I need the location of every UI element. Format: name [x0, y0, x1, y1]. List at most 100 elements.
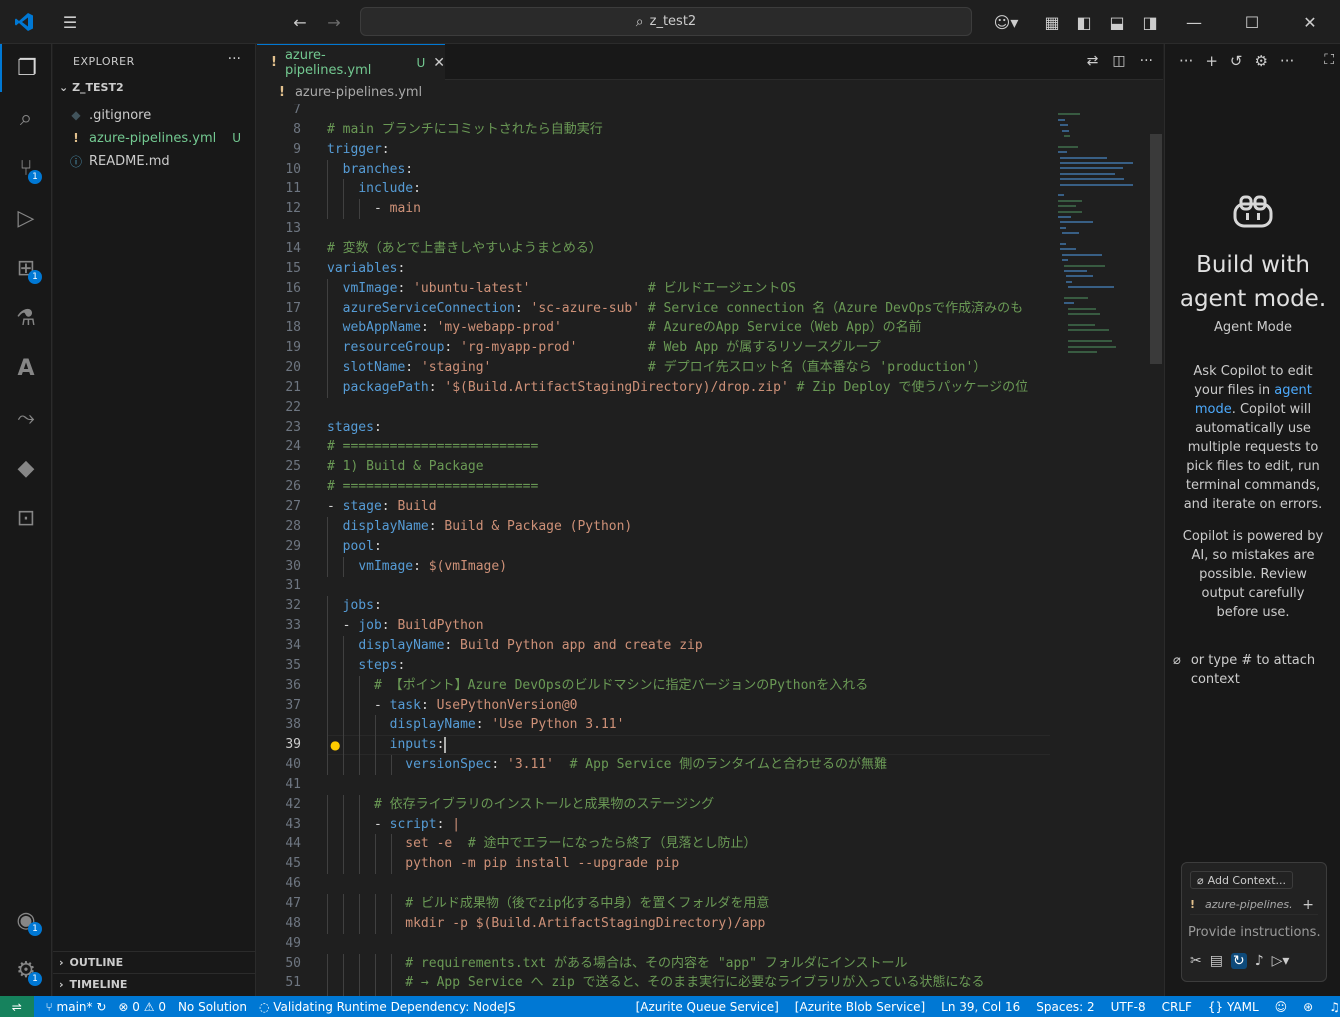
remote-indicator-icon[interactable]: ⇌: [0, 996, 34, 1017]
end-of-line[interactable]: CRLF: [1162, 1000, 1192, 1014]
code-line[interactable]: 22: [257, 398, 1050, 418]
code-line[interactable]: 46: [257, 874, 1050, 894]
code-line[interactable]: 30 vmImage: $(vmImage): [257, 556, 1050, 577]
close-window-icon[interactable]: ✕: [1298, 10, 1322, 34]
chat-input-placeholder[interactable]: Provide instructions.: [1188, 925, 1321, 940]
code-line[interactable]: 40 versionSpec: '3.11' # App Service 側のラ…: [257, 755, 1050, 776]
extensions-icon[interactable]: ⊞ 1: [0, 244, 52, 292]
toggle-panel-icon[interactable]: ⬓: [1105, 10, 1129, 34]
code-line[interactable]: 7: [257, 104, 1050, 120]
branch-indicator[interactable]: ⑂ main* ↻: [46, 1000, 107, 1014]
close-icon[interactable]: ✕: [433, 55, 445, 71]
code-line[interactable]: 17 azureServiceConnection: 'sc-azure-sub…: [257, 298, 1050, 319]
code-line[interactable]: 18 webAppName: 'my-webapp-prod' # Azureの…: [257, 318, 1050, 339]
language-mode[interactable]: {} YAML: [1208, 1000, 1259, 1014]
code-line[interactable]: ● 39 inputs:: [257, 735, 1050, 756]
code-line[interactable]: 12 - main: [257, 199, 1050, 220]
accounts-icon[interactable]: ◉ 1: [0, 896, 52, 944]
live-share-icon[interactable]: ⊛: [1303, 1000, 1313, 1014]
add-context-button[interactable]: ⌀ Add Context...: [1190, 871, 1293, 889]
code-line[interactable]: 42 # 依存ライブラリのインストールと成果物のステージング: [257, 794, 1050, 815]
code-line[interactable]: 45 python -m pip install --upgrade pip: [257, 854, 1050, 875]
microphone-icon[interactable]: ♪: [1255, 953, 1264, 969]
code-line[interactable]: 20 slotName: 'staging' # デプロイ先スロット名（直本番な…: [257, 358, 1050, 379]
outline-section[interactable]: › OUTLINE: [53, 951, 256, 973]
minimap-slider[interactable]: [1150, 134, 1162, 364]
code-line[interactable]: 29 pool:: [257, 536, 1050, 557]
remote-explorer-icon[interactable]: ⤳: [0, 394, 52, 442]
command-center-search[interactable]: ⌕ z_test2: [360, 7, 972, 36]
run-debug-icon[interactable]: ▷: [0, 194, 52, 242]
notifications-bell-icon[interactable]: ♫: [1329, 1000, 1340, 1014]
new-chat-icon[interactable]: +: [1205, 52, 1218, 70]
code-line[interactable]: 36 # 【ポイント】Azure DevOpsのビルドマシンに指定バージョンのP…: [257, 675, 1050, 696]
code-line[interactable]: 19 resourceGroup: 'rg-myapp-prod' # Web …: [257, 338, 1050, 359]
solution-indicator[interactable]: No Solution: [178, 1000, 247, 1014]
code-line[interactable]: 33 - job: BuildPython: [257, 616, 1050, 637]
toggle-primary-sidebar-icon[interactable]: ◧: [1072, 10, 1096, 34]
maximize-icon[interactable]: ⛶: [1324, 52, 1334, 68]
code-line[interactable]: 31: [257, 576, 1050, 596]
code-line[interactable]: 15 variables:: [257, 259, 1050, 279]
code-line[interactable]: 21 packagePath: '$(Build.ArtifactStaging…: [257, 377, 1050, 398]
add-icon[interactable]: +: [1302, 897, 1314, 913]
search-view-icon[interactable]: ⌕: [0, 94, 52, 142]
code-line[interactable]: 26 # =========================: [257, 477, 1050, 497]
forward-arrow-icon[interactable]: →: [322, 10, 346, 34]
customize-layout-icon[interactable]: ▦: [1040, 10, 1064, 34]
code-line[interactable]: 49: [257, 934, 1050, 954]
code-line[interactable]: 48 mkdir -p $(Build.ArtifactStagingDirec…: [257, 913, 1050, 934]
minimap[interactable]: [1050, 104, 1163, 996]
back-arrow-icon[interactable]: ←: [288, 10, 312, 34]
azurite-blob-service[interactable]: [Azurite Blob Service]: [795, 1000, 925, 1014]
code-line[interactable]: 34 displayName: Build Python app and cre…: [257, 635, 1050, 656]
more-actions-icon[interactable]: ···: [228, 51, 241, 67]
timeline-section[interactable]: › TIMELINE: [53, 973, 256, 995]
workspace-folder[interactable]: ⌄ Z_TEST2: [59, 81, 124, 94]
minimize-window-icon[interactable]: —: [1182, 10, 1206, 34]
copilot-chat-icon[interactable]: ⊡: [0, 494, 52, 542]
code-line[interactable]: 28 displayName: Build & Package (Python): [257, 516, 1050, 537]
more-actions-icon[interactable]: ···: [1280, 52, 1294, 70]
more-actions-icon[interactable]: ···: [1179, 52, 1193, 70]
compare-changes-icon[interactable]: ⇄: [1087, 53, 1099, 69]
code-line[interactable]: 14 # 変数（あとで上書きしやすいようまとめる）: [257, 239, 1050, 259]
split-editor-icon[interactable]: ◫: [1112, 53, 1125, 69]
source-control-icon[interactable]: ⑂ 1: [0, 144, 52, 192]
send-icon[interactable]: ▷▾: [1272, 953, 1290, 969]
code-line[interactable]: 27 - stage: Build: [257, 497, 1050, 517]
problems-indicator[interactable]: ⊗ 0 ⚠ 0: [118, 1000, 166, 1014]
code-line[interactable]: 51 # → App Service へ zip で送ると、そのまま実行に必要な…: [257, 973, 1050, 994]
code-line[interactable]: 9 trigger:: [257, 140, 1050, 160]
code-line[interactable]: 38 displayName: 'Use Python 3.11': [257, 715, 1050, 736]
history-icon[interactable]: ↺: [1230, 52, 1243, 70]
file-item-gitignore[interactable]: ◆ .gitignore: [67, 104, 255, 126]
maximize-window-icon[interactable]: ☐: [1240, 10, 1264, 34]
code-line[interactable]: 24 # =========================: [257, 437, 1050, 457]
code-line[interactable]: 32 jobs:: [257, 596, 1050, 617]
explorer-icon[interactable]: ❐: [0, 44, 52, 92]
code-line[interactable]: 50 # requirements.txt がある場合は、その内容を "app"…: [257, 953, 1050, 974]
context-file-chip[interactable]: ! azure-pipelines. +: [1190, 895, 1318, 915]
code-editor[interactable]: 7 8 # main ブランチにコミットされたら自動実行 9 trigger: 10 br…: [257, 104, 1050, 996]
docker-icon[interactable]: ◆: [0, 444, 52, 492]
settings-gear-icon[interactable]: ⚙ 1: [0, 946, 52, 994]
agent-mode-toggle-icon[interactable]: ↻: [1230, 953, 1247, 969]
code-line[interactable]: 16 vmImage: 'ubuntu-latest' # ビルドエージェントO…: [257, 278, 1050, 299]
encoding[interactable]: UTF-8: [1111, 1000, 1146, 1014]
testing-icon[interactable]: ⚗: [0, 294, 52, 342]
validating-indicator[interactable]: ◌ Validating Runtime Dependency: NodeJS: [259, 1000, 516, 1014]
model-picker-icon[interactable]: ▤: [1210, 953, 1223, 969]
azurite-queue-service[interactable]: [Azurite Queue Service]: [636, 1000, 779, 1014]
code-line[interactable]: 44 set -e # 途中でエラーになったら終了（見落とし防止）: [257, 834, 1050, 855]
code-line[interactable]: 11 include:: [257, 179, 1050, 200]
code-line[interactable]: 47 # ビルド成果物（後でzip化する中身）を置くフォルダを用意: [257, 894, 1050, 914]
code-line[interactable]: 35 steps:: [257, 655, 1050, 676]
file-item-azure-pipelines[interactable]: ! azure-pipelines.yml U: [67, 127, 255, 149]
indentation[interactable]: Spaces: 2: [1036, 1000, 1094, 1014]
code-line[interactable]: 13: [257, 219, 1050, 239]
copilot-status-icon[interactable]: ☺: [1275, 1000, 1288, 1014]
gear-icon[interactable]: ⚙: [1254, 52, 1267, 70]
code-line[interactable]: 25 # 1) Build & Package: [257, 457, 1050, 477]
copilot-menu-icon[interactable]: ☺▾: [988, 10, 1024, 34]
